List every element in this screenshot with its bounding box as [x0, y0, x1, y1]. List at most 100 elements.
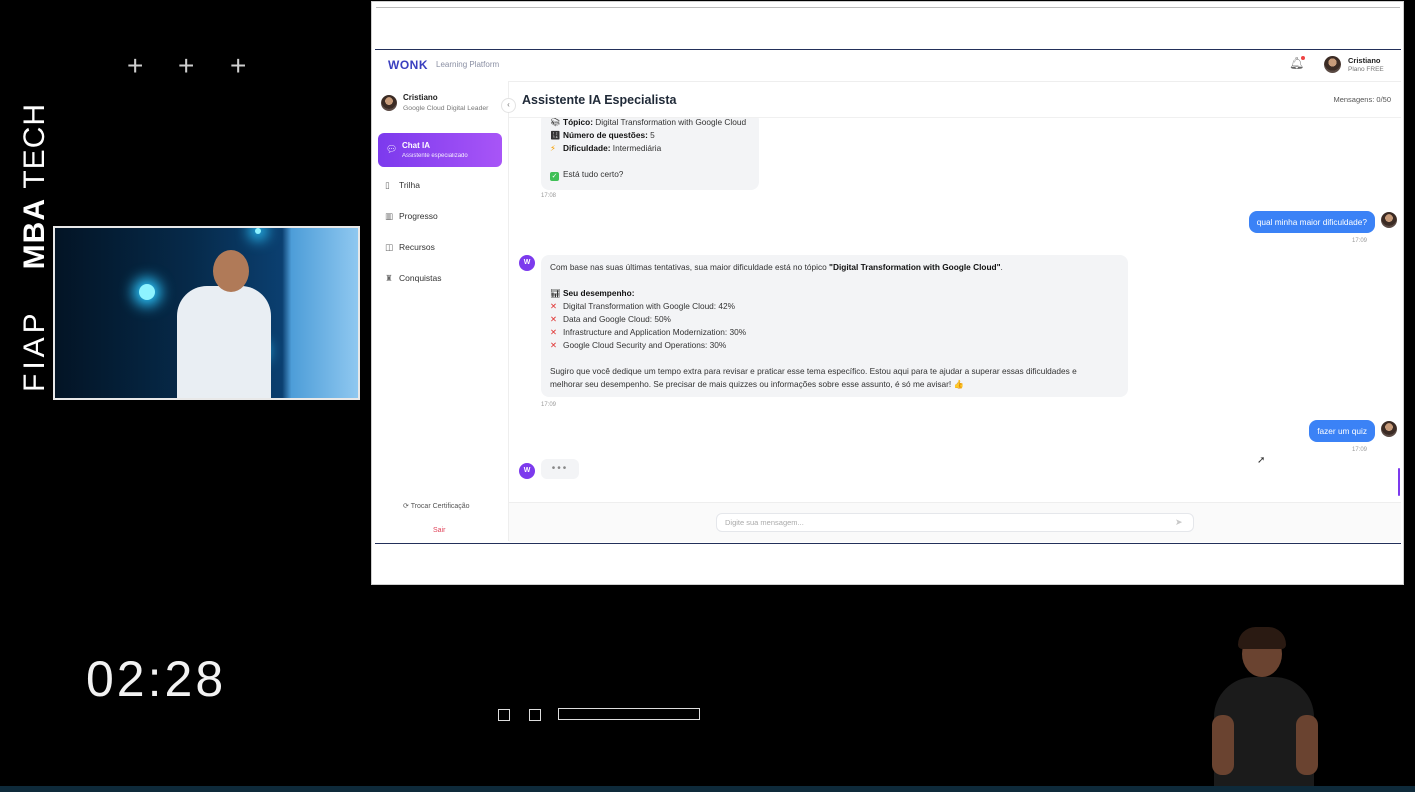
bottom-strip	[0, 786, 1415, 792]
difficulty-value: Intermediária	[612, 143, 662, 153]
bot-message: 📚︎ Tópico: Digital Transformation with Go…	[541, 117, 759, 190]
bot-avatar: W	[519, 463, 535, 479]
sidebar: Cristiano Google Cloud Digital Leader ‹ …	[375, 81, 516, 541]
numbers-icon: 🔢︎	[550, 130, 561, 140]
performance-item: Google Cloud Security and Operations: 30…	[563, 340, 727, 350]
sign-language-interpreter	[1200, 625, 1330, 790]
trophy-icon: ♜	[385, 273, 393, 283]
header-user-plan: Plano FREE	[1348, 66, 1384, 73]
book-open-icon: ◫	[385, 242, 394, 252]
brand-mba: MBA	[18, 197, 51, 270]
wonk-logo[interactable]: WONK	[388, 58, 428, 72]
slide-indicator	[498, 709, 510, 721]
performance-item: Data and Google Cloud: 50%	[563, 314, 671, 324]
sidebar-item-conquistas[interactable]: ♜ Conquistas	[385, 273, 442, 284]
books-icon: 📚︎	[550, 117, 561, 127]
avatar	[1381, 212, 1397, 228]
avatar	[1381, 421, 1397, 437]
page-title: Assistente IA Especialista	[522, 93, 677, 107]
plus-icon: +	[127, 50, 144, 81]
brand-tech: TECH	[18, 102, 51, 189]
difficulty-label: Dificuldade:	[563, 143, 611, 153]
sidebar-item-chat-ia[interactable]: 💬︎ Chat IA Assistente especializado	[378, 133, 502, 167]
cross-icon: ✕	[550, 301, 557, 311]
performance-item: Infrastructure and Application Moderniza…	[563, 327, 747, 337]
speaker-camera-feed	[53, 226, 360, 400]
message-time: 17:09	[541, 402, 557, 408]
cross-icon: ✕	[550, 327, 557, 337]
sidebar-item-label: Chat IA	[402, 141, 430, 150]
closing-line: Sugiro que você dedique um tempo extra p…	[550, 366, 1077, 376]
main-panel: Assistente IA Especialista Mensagens: 0/…	[509, 81, 1401, 542]
sidebar-item-progresso[interactable]: ▥ Progresso	[385, 211, 438, 222]
answer-intro-end: .	[1000, 262, 1003, 272]
answer-intro: Com base nas suas últimas tentativas, su…	[550, 262, 830, 272]
user-message: qual minha maior dificuldade?	[1248, 211, 1375, 233]
message-time: 17:09	[1351, 238, 1367, 244]
sidebar-item-label: Conquistas	[399, 273, 442, 283]
bar-chart-icon: 📊︎	[550, 288, 561, 298]
stage-light	[255, 228, 261, 234]
cross-icon: ✕	[550, 340, 557, 350]
shared-screen: WONK Learning Platform 🔔︎ Cristiano Plan…	[371, 1, 1404, 585]
message-time: 17:09	[1351, 447, 1367, 453]
sidebar-item-trilha[interactable]: ▯ Trilha	[385, 180, 420, 191]
mouse-cursor-icon: ➚	[1257, 455, 1266, 466]
bot-message: Com base nas suas últimas tentativas, su…	[541, 255, 1128, 397]
bot-avatar: W	[519, 255, 535, 271]
stage-light	[139, 284, 155, 300]
sidebar-profile-role: Google Cloud Digital Leader	[403, 105, 489, 112]
send-icon[interactable]: ➤	[1175, 517, 1183, 528]
questions-label: Número de questões:	[563, 130, 648, 140]
sidebar-item-recursos[interactable]: ◫ Recursos	[385, 242, 435, 253]
plus-icon: +	[230, 50, 247, 81]
questions-value: 5	[650, 130, 655, 140]
sidebar-item-label: Trilha	[399, 180, 420, 190]
book-icon: ▯	[385, 180, 390, 190]
countdown-timer: 02:28	[86, 651, 227, 707]
browser-divider	[376, 7, 1400, 8]
sidebar-item-label: Progresso	[399, 211, 438, 221]
broadcast-brand: FIAP MBA TECH	[18, 103, 52, 392]
message-counter: Mensagens: 0/50	[1333, 95, 1391, 104]
app-header: WONK Learning Platform 🔔︎ Cristiano Plan…	[375, 50, 1401, 82]
speaker-head	[213, 250, 249, 292]
sidebar-profile-name: Cristiano	[403, 93, 438, 102]
lightning-icon: ⚡︎	[550, 143, 556, 153]
sidebar-item-label: Recursos	[399, 242, 435, 252]
topic-label: Tópico:	[563, 117, 593, 127]
header-user-name: Cristiano	[1348, 56, 1381, 65]
performance-item: Digital Transformation with Google Cloud…	[563, 301, 736, 311]
chat-scrollbar[interactable]	[1398, 468, 1400, 496]
plus-icon: +	[178, 50, 195, 81]
topic-value: Digital Transformation with Google Cloud	[595, 117, 747, 127]
message-input[interactable]	[716, 513, 1194, 532]
interpreter-arm	[1212, 715, 1234, 775]
closing-line: melhorar seu desempenho. Se precisar de …	[550, 379, 964, 389]
chat-thread[interactable]: 📚︎ Tópico: Digital Transformation with Go…	[509, 117, 1401, 501]
confirm-text: Está tudo certo?	[563, 169, 624, 179]
speaker-body	[177, 286, 271, 398]
bar-chart-icon: ▥	[385, 211, 394, 221]
logo-subtitle: Learning Platform	[436, 60, 500, 69]
avatar[interactable]	[1324, 56, 1341, 73]
interpreter-hair	[1238, 627, 1286, 649]
refresh-icon: ⟳	[403, 503, 411, 510]
logout-button[interactable]: Sair	[433, 527, 445, 534]
sidebar-avatar	[381, 95, 397, 111]
progress-indicator	[558, 708, 700, 720]
answer-topic: "Digital Transformation with Google Clou…	[829, 262, 1001, 272]
typing-indicator: •••	[541, 459, 579, 479]
brand-fiap: FIAP	[18, 309, 51, 392]
cross-icon: ✕	[550, 314, 557, 324]
switch-certification-button[interactable]: ⟳ Trocar Certificação	[403, 502, 470, 510]
sidebar-item-sublabel: Assistente especializado	[402, 153, 468, 159]
user-message: fazer um quiz	[1309, 420, 1375, 442]
check-icon: ✓	[550, 172, 559, 181]
interpreter-arm	[1296, 715, 1318, 775]
performance-title: Seu desempenho:	[563, 288, 635, 298]
switch-certification-label: Trocar Certificação	[410, 503, 470, 510]
wonk-app: WONK Learning Platform 🔔︎ Cristiano Plan…	[375, 49, 1401, 544]
message-composer: ➤	[509, 502, 1401, 542]
chat-bubble-icon: 💬︎	[386, 144, 398, 154]
